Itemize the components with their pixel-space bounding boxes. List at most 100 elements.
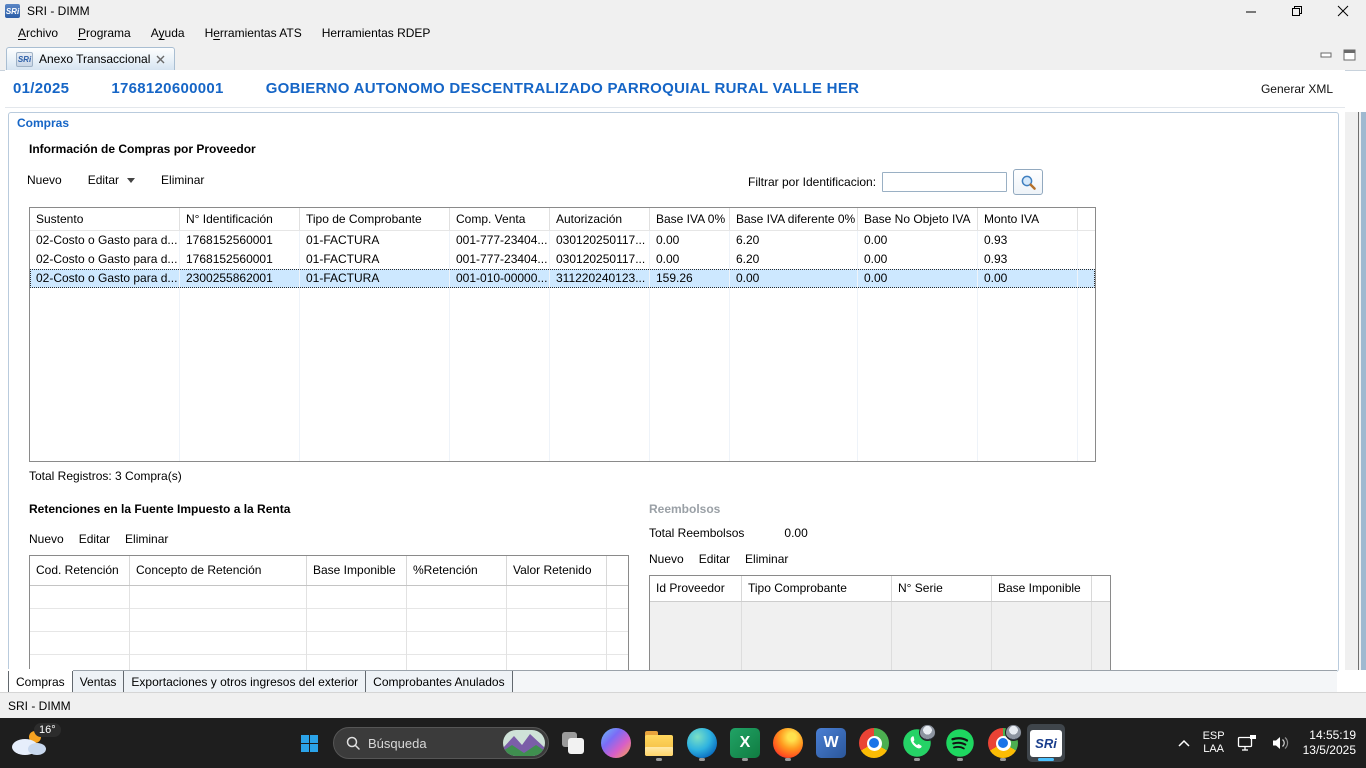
reemb-nuevo-button[interactable]: Nuevo: [649, 552, 684, 566]
taskbar-center: Búsqueda: [290, 718, 1065, 768]
filter-search-button[interactable]: [1013, 169, 1043, 195]
reemb-editar-button[interactable]: Editar: [699, 552, 730, 566]
whatsapp-button[interactable]: [898, 724, 936, 762]
column-header[interactable]: %Retención: [407, 556, 507, 585]
filter-row: Filtrar por Identificacion:: [748, 169, 1043, 195]
column-header[interactable]: Concepto de Retención: [130, 556, 307, 585]
column-header[interactable]: Autorización: [550, 208, 650, 230]
clock[interactable]: 14:55:19 13/5/2025: [1303, 728, 1356, 758]
tab-close-icon[interactable]: [156, 55, 165, 64]
column-header[interactable]: Comp. Venta: [450, 208, 550, 230]
weather-widget[interactable]: 16°: [10, 725, 66, 761]
table-row[interactable]: 02-Costo o Gasto para d... 1768152560001…: [30, 231, 1095, 250]
excel-icon: X: [730, 728, 760, 758]
ret-nuevo-button[interactable]: Nuevo: [29, 532, 64, 546]
eliminar-button[interactable]: Eliminar: [161, 173, 204, 187]
edge-button[interactable]: [683, 724, 721, 762]
chrome-icon: [859, 728, 889, 758]
view-maximize-icon[interactable]: [1343, 49, 1356, 61]
menu-programa[interactable]: Programa: [68, 24, 141, 42]
column-header[interactable]: Base Imponible: [307, 556, 407, 585]
column-header[interactable]: Sustento: [30, 208, 180, 230]
total-registros: Total Registros: 3 Compra(s): [29, 469, 182, 483]
word-icon: W: [816, 728, 846, 758]
network-button[interactable]: [1237, 734, 1259, 752]
ret-eliminar-button[interactable]: Eliminar: [125, 532, 168, 546]
column-header[interactable]: Base Imponible: [992, 576, 1092, 601]
tab-exportaciones[interactable]: Exportaciones y otros ingresos del exter…: [123, 671, 366, 693]
menu-ayuda[interactable]: Ayuda: [141, 24, 195, 42]
word-button[interactable]: W: [812, 724, 850, 762]
column-header[interactable]: Tipo Comprobante: [742, 576, 892, 601]
time-value: 14:55:19: [1303, 728, 1356, 743]
excel-button[interactable]: X: [726, 724, 764, 762]
nuevo-button[interactable]: Nuevo: [27, 173, 62, 187]
column-header[interactable]: Tipo de Comprobante: [300, 208, 450, 230]
column-header[interactable]: Valor Retenido: [507, 556, 607, 585]
tab-ventas[interactable]: Ventas: [72, 671, 125, 693]
file-explorer-icon: [645, 735, 673, 756]
editar-dropdown-icon[interactable]: [127, 178, 135, 183]
retenciones-table-header: Cod. Retención Concepto de Retención Bas…: [30, 556, 628, 586]
reembolsos-toolbar: Nuevo Editar Eliminar: [649, 552, 788, 566]
tab-comprobantes-anulados[interactable]: Comprobantes Anulados: [365, 671, 512, 693]
column-header-filler: [607, 556, 628, 585]
sri-dimm-button[interactable]: SRi: [1027, 724, 1065, 762]
table-row[interactable]: 02-Costo o Gasto para d... 1768152560001…: [30, 250, 1095, 269]
bing-wallpaper-thumbnail[interactable]: [503, 730, 545, 756]
menu-herramientas-ats[interactable]: Herramientas ATS: [195, 24, 312, 42]
view-minimize-icon[interactable]: [1320, 50, 1333, 61]
chrome-button[interactable]: [855, 724, 893, 762]
column-header[interactable]: N° Identificación: [180, 208, 300, 230]
screen: SRi SRI - DIMM Archivo Programa Ayuda He…: [0, 0, 1366, 768]
compras-table-header: Sustento N° Identificación Tipo de Compr…: [30, 208, 1095, 231]
minimize-button[interactable]: [1228, 0, 1274, 22]
file-explorer-button[interactable]: [640, 724, 678, 762]
tab-anexo-transaccional[interactable]: SRi Anexo Transaccional: [6, 47, 175, 70]
vertical-scrollbar[interactable]: [1345, 112, 1366, 670]
restore-button[interactable]: [1274, 0, 1320, 22]
copilot-button[interactable]: [597, 724, 635, 762]
spotify-button[interactable]: [941, 724, 979, 762]
column-header[interactable]: Base IVA 0%: [650, 208, 730, 230]
tab-label: Anexo Transaccional: [39, 52, 150, 66]
editar-button[interactable]: Editar: [88, 173, 135, 187]
tab-compras[interactable]: Compras: [8, 671, 73, 693]
reemb-eliminar-button[interactable]: Eliminar: [745, 552, 788, 566]
tray-chevron-up-icon[interactable]: [1177, 739, 1191, 748]
task-view-button[interactable]: [554, 724, 592, 762]
close-button[interactable]: [1320, 0, 1366, 22]
view-tab-strip: SRi Anexo Transaccional: [0, 44, 1366, 71]
firefox-button[interactable]: [769, 724, 807, 762]
taskbar-search[interactable]: Búsqueda: [333, 727, 549, 759]
speaker-icon: [1271, 735, 1291, 751]
start-button[interactable]: [290, 724, 328, 762]
generar-xml-button[interactable]: Generar XML: [1261, 82, 1333, 96]
firefox-icon: [773, 728, 803, 758]
windows-logo-icon: [301, 735, 318, 752]
compras-table: Sustento N° Identificación Tipo de Compr…: [29, 207, 1096, 462]
menu-herramientas-rdep[interactable]: Herramientas RDEP: [312, 24, 441, 42]
ret-editar-button[interactable]: Editar: [79, 532, 110, 546]
column-header[interactable]: Id Proveedor: [650, 576, 742, 601]
menu-bar: Archivo Programa Ayuda Herramientas ATS …: [0, 22, 1366, 44]
filter-label: Filtrar por Identificacion:: [748, 175, 876, 189]
reembolsos-section-title: Reembolsos: [649, 502, 720, 516]
language-indicator[interactable]: ESP LAA: [1203, 730, 1225, 756]
restore-icon: [1291, 5, 1303, 17]
filter-input[interactable]: [882, 172, 1007, 192]
edge-icon: [687, 728, 717, 758]
column-header[interactable]: Base IVA diferente 0%: [730, 208, 858, 230]
column-header[interactable]: Cod. Retención: [30, 556, 130, 585]
column-header[interactable]: Monto IVA: [978, 208, 1078, 230]
total-reembolsos-value: 0.00: [784, 526, 807, 540]
volume-button[interactable]: [1271, 735, 1291, 751]
menu-archivo[interactable]: Archivo: [8, 24, 68, 42]
column-header[interactable]: Base No Objeto IVA: [858, 208, 978, 230]
column-header[interactable]: N° Serie: [892, 576, 992, 601]
chrome-profile-2-button[interactable]: [984, 724, 1022, 762]
sri-app-icon: SRi: [1030, 730, 1062, 757]
scrollbar-thumb[interactable]: [1361, 112, 1366, 670]
retenciones-section-title: Retenciones en la Fuente Impuesto a la R…: [29, 502, 290, 516]
table-row-selected[interactable]: 02-Costo o Gasto para d... 2300255862001…: [30, 269, 1095, 288]
